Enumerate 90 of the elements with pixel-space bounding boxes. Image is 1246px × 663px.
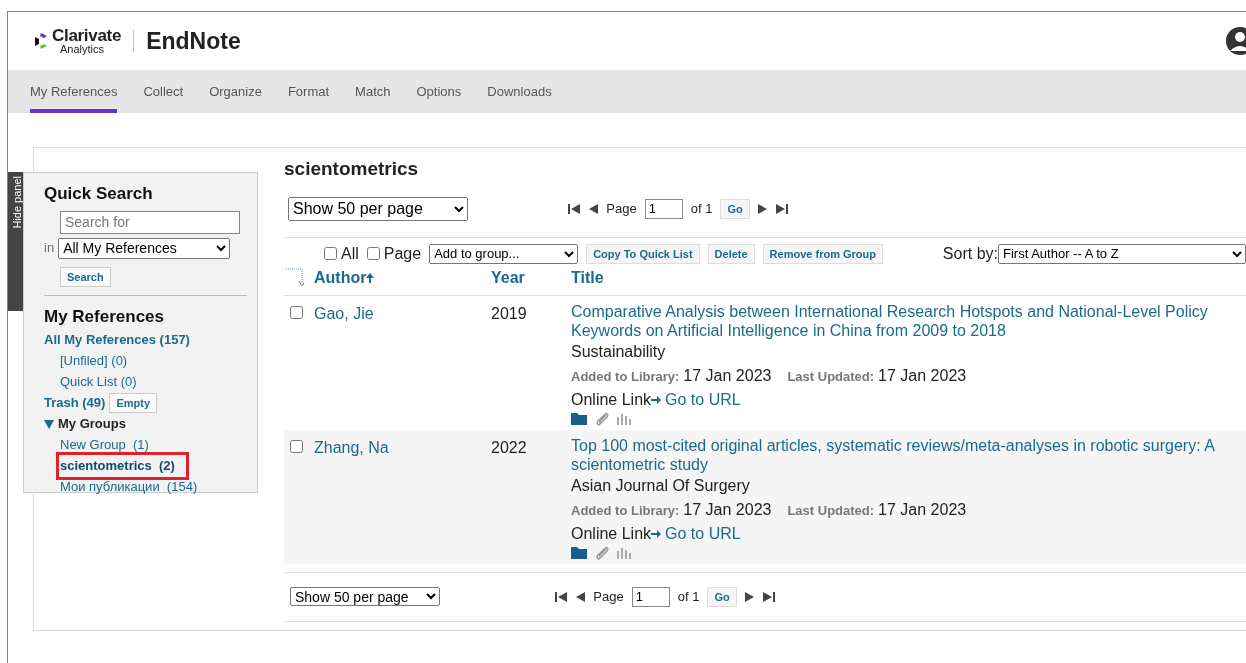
nav-tab[interactable]: Downloads: [487, 70, 552, 113]
per-page-select[interactable]: Show 50 per page: [290, 587, 440, 607]
search-button[interactable]: Search: [60, 266, 111, 287]
updated-label: Last Updated:: [787, 501, 875, 520]
per-page-select[interactable]: Show 50 per page: [288, 196, 468, 221]
paperclip-icon: [595, 545, 609, 560]
title-link[interactable]: Top 100 most-cited original articles, systematic reviews/meta-analyses in robotic surgery: A scientometric study: [571, 435, 1238, 474]
bar-chart-icon: [617, 412, 631, 425]
folder-icon: [571, 412, 587, 426]
toolbar-button[interactable]: Delete: [707, 243, 755, 265]
row-checkbox[interactable]: [290, 305, 303, 319]
previous-page-icon: [588, 202, 599, 215]
first-page-icon: [555, 590, 568, 603]
section-heading: Quick Search: [44, 183, 154, 205]
nav-tab[interactable]: Format: [287, 70, 330, 113]
page-count: of 1: [677, 588, 700, 607]
empty-button[interactable]: Empty: [109, 392, 158, 414]
url-link[interactable]: Go to URL: [665, 521, 741, 546]
sort-label: Sort by:: [942, 243, 998, 264]
section-heading: My References: [44, 306, 165, 328]
year-text: 2022: [491, 438, 527, 456]
online-link-label: Online Link: [571, 523, 652, 544]
first-page-icon: [568, 202, 581, 215]
paperclip-icon: [595, 411, 609, 426]
page-label: Page: [593, 588, 624, 607]
add-to-group-select[interactable]: Add to group...: [429, 243, 579, 264]
trash-link[interactable]: Trash (49): [44, 393, 106, 413]
author-link[interactable]: Gao, Jie: [314, 304, 374, 322]
library-link[interactable]: All My References (157): [44, 330, 190, 350]
go-button[interactable]: Go: [720, 198, 750, 220]
previous-page-icon: [575, 590, 586, 603]
year-text: 2019: [491, 304, 527, 322]
logo-icon: [32, 32, 48, 50]
arrow-icon: [651, 529, 662, 538]
added-label: Added to Library:: [571, 501, 680, 520]
journal-text: Sustainability: [571, 341, 667, 362]
nav-tab[interactable]: Collect: [143, 70, 184, 113]
group-link[interactable]: Мои публикации (154): [60, 477, 198, 497]
column-header[interactable]: Year: [491, 266, 525, 291]
nav-tab[interactable]: Organize: [209, 70, 262, 113]
toolbar-button[interactable]: Remove from Group: [762, 243, 883, 265]
page-label: Page: [606, 200, 637, 219]
column-header[interactable]: Author: [314, 266, 367, 291]
title-link[interactable]: Comparative Analysis between International Research Hotspots and National-Level Policy Keywords on Artificial Intelligence in China from 2009 to 2018: [571, 301, 1238, 340]
select-checkbox[interactable]: [366, 247, 380, 261]
page-number-field[interactable]: 1: [644, 198, 683, 219]
added-label: Added to Library:: [571, 367, 680, 386]
updated-date: 17 Jan 2023: [878, 499, 967, 520]
nav-tab[interactable]: My References: [30, 70, 118, 113]
in-label: in: [44, 239, 55, 258]
next-page-icon: [744, 590, 755, 603]
toolbar-button[interactable]: Copy To Quick List: [586, 243, 700, 265]
product-name: EndNote: [146, 26, 241, 56]
company-name: Clarivate: [52, 27, 122, 44]
checkbox-label: All: [341, 243, 359, 264]
last-page-icon: [762, 590, 775, 603]
bar-chart-icon: [617, 546, 631, 559]
sort-ascending-icon: [366, 273, 375, 284]
page-number-field[interactable]: 1: [631, 586, 670, 607]
library-link[interactable]: Quick List (0): [60, 372, 137, 392]
row-checkbox[interactable]: [290, 439, 303, 453]
company-subtitle: Analytics: [60, 43, 106, 55]
group-heading: My Groups: [58, 415, 126, 434]
expand-triangle-icon[interactable]: [44, 419, 54, 429]
page-count: of 1: [690, 200, 713, 219]
select-checkbox[interactable]: [324, 247, 337, 261]
scope-select[interactable]: All My References: [58, 237, 231, 259]
added-date: 17 Jan 2023: [683, 365, 772, 386]
hide-panel-tab[interactable]: Hide panel: [8, 172, 23, 311]
group-link[interactable]: New Group (1): [60, 435, 149, 455]
last-page-icon: [775, 202, 788, 215]
journal-text: Asian Journal Of Surgery: [571, 475, 751, 496]
go-button[interactable]: Go: [707, 586, 737, 608]
next-page-icon: [757, 202, 768, 215]
updated-label: Last Updated:: [787, 367, 875, 386]
author-link[interactable]: Zhang, Na: [314, 438, 389, 456]
page-title: scientometrics: [284, 158, 420, 181]
arrow-icon: [651, 395, 662, 404]
sort-select[interactable]: First Author -- A to Z: [998, 243, 1246, 264]
updated-date: 17 Jan 2023: [878, 365, 967, 386]
checkbox-label: Page: [383, 243, 422, 264]
library-link[interactable]: [Unfiled] (0): [60, 351, 128, 371]
search-field[interactable]: Search for: [60, 210, 240, 234]
column-header[interactable]: Title: [571, 266, 604, 291]
nav-tab[interactable]: Options: [416, 70, 462, 113]
folder-icon: [571, 546, 587, 560]
nav-tab[interactable]: Match: [355, 70, 391, 113]
added-date: 17 Jan 2023: [683, 499, 772, 520]
online-link-label: Online Link: [571, 389, 652, 410]
url-link[interactable]: Go to URL: [665, 387, 741, 412]
